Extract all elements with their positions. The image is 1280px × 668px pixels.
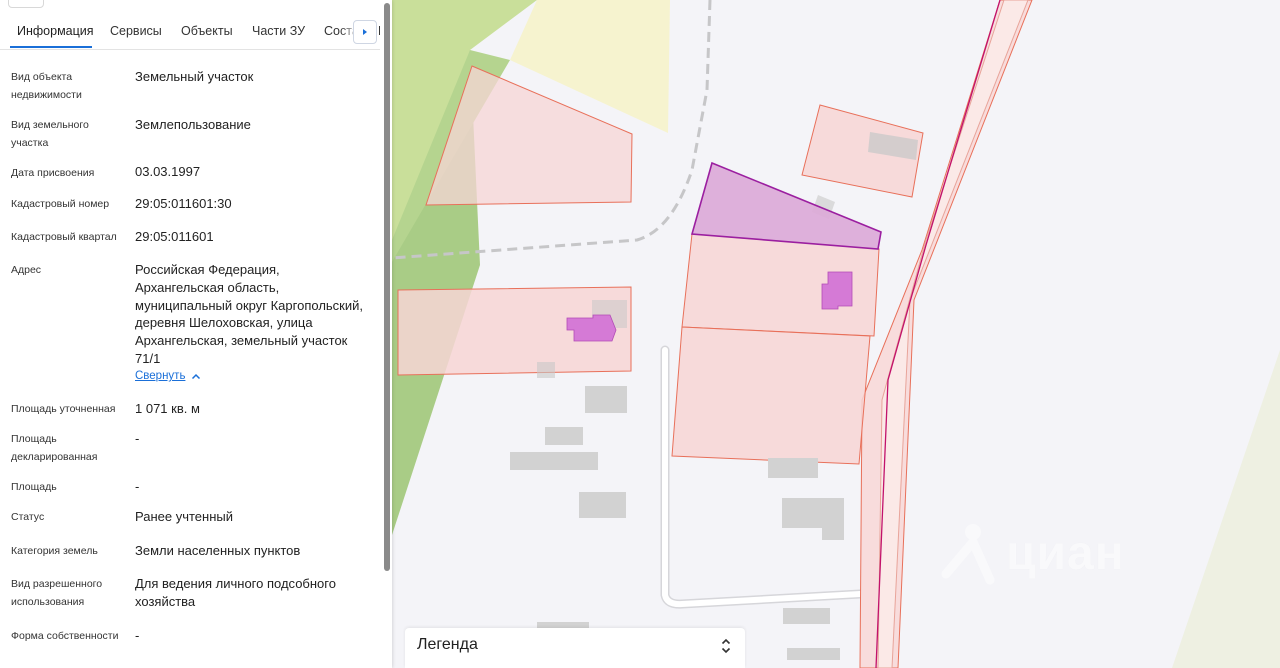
info-panel: Информация Сервисы Объекты Части ЗУ Сост… — [0, 0, 392, 668]
tab-information[interactable]: Информация — [17, 24, 94, 38]
building — [537, 362, 555, 378]
label-plot-type: Вид земельного участка — [11, 119, 89, 149]
legend-panel[interactable]: Легенда — [405, 628, 745, 668]
collapse-address-link[interactable]: Свернуть — [135, 370, 201, 382]
chevron-up-icon — [192, 373, 201, 379]
value-assigned-date: 03.03.1997 — [135, 164, 201, 179]
caret-right-icon — [363, 29, 367, 35]
parcel[interactable] — [671, 326, 871, 465]
tab-next[interactable]: Г — [378, 24, 380, 38]
building — [510, 452, 598, 470]
value-land-category: Земли населенных пунктов — [135, 543, 301, 558]
watermark: циан — [940, 520, 1125, 586]
label-assigned-date: Дата присвоения — [11, 167, 95, 179]
value-address: Российская Федерация, Архангельская обла… — [135, 262, 363, 366]
legend-title: Легенда — [417, 636, 478, 653]
label-area-refined: Площадь уточненная — [11, 403, 116, 415]
panel-top-button[interactable] — [8, 0, 44, 8]
building — [545, 427, 583, 445]
label-land-category: Категория земель — [11, 545, 98, 557]
panel-scrollbar[interactable] — [384, 3, 390, 571]
active-tab-indicator — [10, 46, 92, 48]
label-cadastral-quarter: Кадастровый квартал — [11, 231, 117, 243]
value-cadastral-number: 29:05:011601:30 — [135, 196, 232, 211]
map-canvas[interactable] — [392, 0, 1280, 668]
label-address: Адрес — [11, 264, 42, 276]
label-cadastral-number: Кадастровый номер — [11, 198, 110, 210]
tab-bar: Информация Сервисы Объекты Части ЗУ Сост… — [0, 16, 380, 50]
tabs-scroll-right-button[interactable] — [353, 20, 377, 44]
building — [585, 386, 627, 413]
building — [783, 608, 830, 624]
value-area-declared: - — [135, 431, 140, 446]
expand-collapse-icon[interactable] — [721, 637, 731, 655]
tab-plot-parts[interactable]: Части ЗУ — [252, 24, 305, 38]
building — [768, 458, 818, 478]
tab-services[interactable]: Сервисы — [110, 24, 162, 38]
label-ownership: Форма собственности — [11, 630, 119, 642]
label-area-declared: Площадь декларированная — [11, 433, 98, 463]
building — [787, 648, 840, 660]
watermark-text: циан — [1006, 526, 1125, 580]
value-area: - — [135, 479, 140, 494]
value-cadastral-quarter: 29:05:011601 — [135, 229, 214, 244]
value-plot-type: Землепользование — [135, 117, 251, 132]
value-permitted-use: Для ведения личного подсобного хозяйства — [135, 576, 336, 609]
tab-objects[interactable]: Объекты — [181, 24, 233, 38]
label-area: Площадь — [11, 481, 57, 493]
label-permitted-use: Вид разрешенного использования — [11, 578, 103, 608]
value-status: Ранее учтенный — [135, 509, 233, 524]
map-view[interactable] — [392, 0, 1280, 668]
building — [579, 492, 626, 518]
person-logo-icon — [941, 524, 995, 585]
value-ownership: - — [135, 628, 140, 643]
value-area-refined: 1 071 кв. м — [135, 401, 200, 416]
building-highlighted[interactable] — [566, 314, 617, 342]
label-object-type: Вид объекта недвижимости — [11, 71, 82, 101]
label-status: Статус — [11, 511, 45, 523]
value-object-type: Земельный участок — [135, 69, 254, 84]
collapse-label: Свернуть — [135, 370, 186, 382]
